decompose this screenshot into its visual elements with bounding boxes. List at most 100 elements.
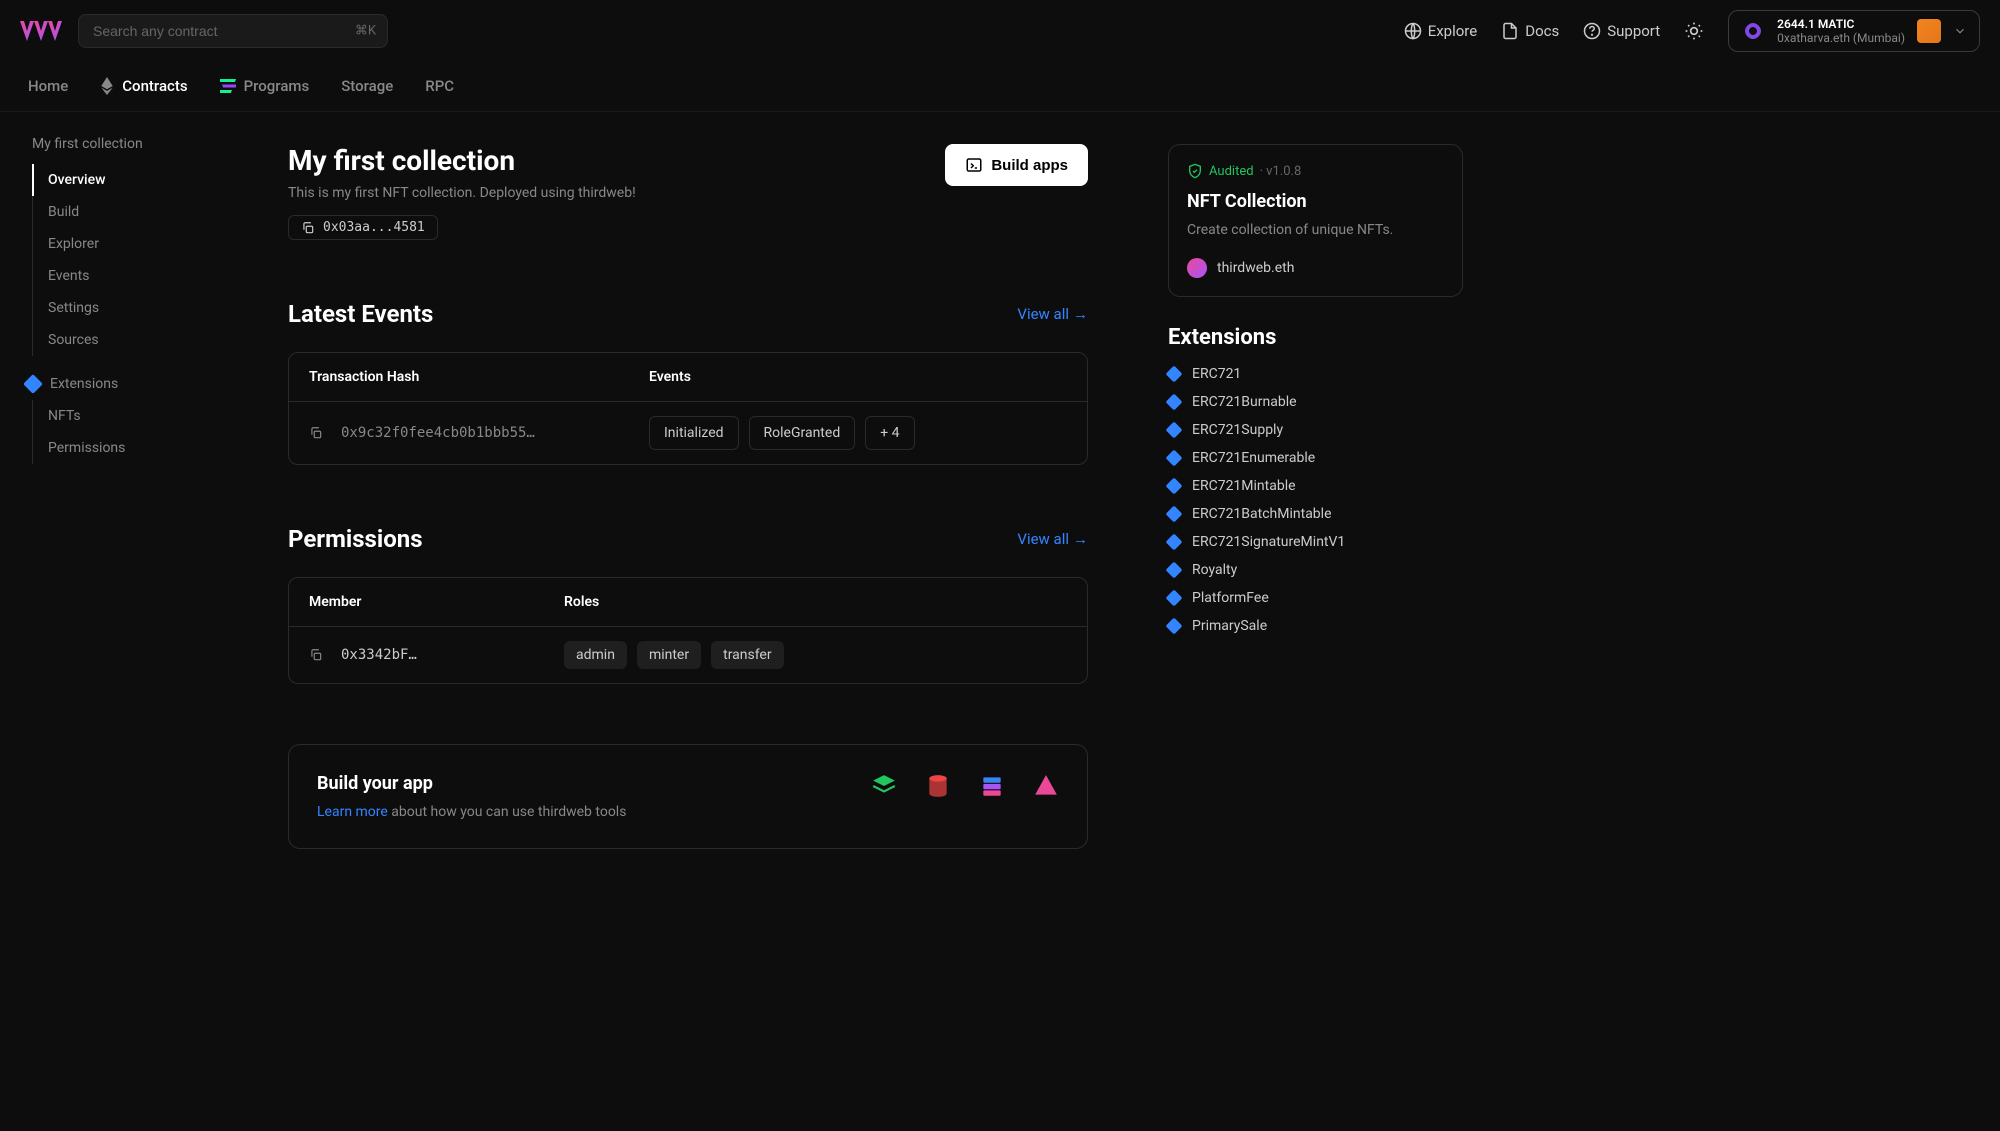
extension-item: ERC721Enumerable [1168,450,1463,466]
publisher[interactable]: thirdweb.eth [1187,258,1444,278]
thirdweb-logo-icon [20,17,62,45]
role-badge-admin: admin [564,641,627,669]
events-table: Transaction Hash Events 0x9c32f0fee4c [288,352,1088,465]
wallet-info: 2644.1 MATIC 0xatharva.eth (Mumbai) [1777,17,1905,45]
contract-address-badge[interactable]: 0x03aa...4581 [288,215,438,240]
events-view-all-link[interactable]: View all → [1017,305,1088,323]
events-table-row[interactable]: 0x9c32f0fee4cb0b1bbb55… Initialized Role… [289,402,1087,464]
tab-contracts-label: Contracts [122,77,187,95]
theme-toggle[interactable] [1684,21,1704,41]
globe-icon [1404,22,1422,40]
copy-member-button[interactable] [309,648,323,662]
search-input[interactable] [78,14,388,48]
events-section: Latest Events View all → Transaction Has… [288,300,1088,465]
audited-badge: Audited · v1.0.8 [1187,163,1444,179]
arrow-right-icon: → [1073,305,1088,323]
wallet-button[interactable]: 2644.1 MATIC 0xatharva.eth (Mumbai) [1728,10,1980,52]
build-app-card: Build your app Learn more about how you … [288,744,1088,849]
tab-storage[interactable]: Storage [341,63,393,111]
audited-text: Audited [1209,164,1254,179]
build-apps-button[interactable]: Build apps [945,144,1088,186]
extension-item: Royalty [1168,562,1463,578]
permissions-table-row[interactable]: 0x3342bF… admin minter transfer [289,627,1087,683]
diamond-icon [1166,618,1183,635]
event-badge-initialized: Initialized [649,416,739,450]
chain-icon [1741,19,1765,43]
top-header: ⌘K Explore Docs Su [0,0,2000,63]
docs-link[interactable]: Docs [1501,22,1559,40]
tab-contracts[interactable]: Contracts [100,63,187,111]
event-badge-more: + 4 [865,416,914,450]
support-link[interactable]: Support [1583,22,1660,40]
app-icons [871,773,1059,799]
ext-name: PrimarySale [1192,618,1267,634]
tab-home-label: Home [28,77,68,95]
copy-icon [309,648,323,662]
arrow-right-icon: → [1073,530,1088,548]
stack-icon [979,773,1005,799]
help-icon [1583,22,1601,40]
copy-hash-button[interactable] [309,426,323,440]
extension-item: ERC721Mintable [1168,478,1463,494]
extensions-label: Extensions [50,376,118,392]
build-app-suffix: about how you can use thirdweb tools [388,804,627,820]
logo[interactable] [20,17,62,45]
events-section-title: Latest Events [288,300,433,328]
tab-storage-label: Storage [341,77,393,95]
build-apps-label: Build apps [991,157,1068,174]
extension-item: ERC721 [1168,366,1463,382]
explore-link[interactable]: Explore [1404,22,1478,40]
sun-icon [1684,21,1704,41]
permissions-table: Member Roles 0x3342bF… [288,577,1088,684]
header-links: Explore Docs Support [1404,10,1980,52]
role-badges: admin minter transfer [564,641,1067,669]
diamond-icon [1166,422,1183,439]
sidebar-item-events[interactable]: Events [32,260,228,292]
copy-icon [309,426,323,440]
sidebar-item-nfts[interactable]: NFTs [32,400,228,432]
extension-item: ERC721BatchMintable [1168,506,1463,522]
col-roles-header: Roles [564,594,1067,610]
address-text: 0x03aa...4581 [323,220,425,235]
search-shortcut: ⌘K [355,24,376,39]
event-badges: Initialized RoleGranted + 4 [649,416,1067,450]
role-badge-minter: minter [637,641,701,669]
tab-home[interactable]: Home [28,63,68,111]
sidebar-item-settings[interactable]: Settings [32,292,228,324]
ext-name: ERC721Enumerable [1192,450,1315,466]
content: My first collection This is my first NFT… [248,112,2000,881]
learn-more-link[interactable]: Learn more [317,804,388,820]
sidebar-item-explorer[interactable]: Explorer [32,228,228,260]
ext-name: ERC721SignatureMintV1 [1192,534,1345,550]
wallet-balance: 2644.1 MATIC [1777,17,1854,31]
ext-name: Royalty [1192,562,1237,578]
sidebar-item-overview[interactable]: Overview [32,164,228,196]
tab-rpc-label: RPC [425,77,454,95]
publisher-avatar [1187,258,1207,278]
col-hash-header: Transaction Hash [309,369,649,385]
sidebar-item-build[interactable]: Build [32,196,228,228]
ext-name: ERC721 [1192,366,1241,382]
ext-name: ERC721BatchMintable [1192,506,1332,522]
extension-item: PrimarySale [1168,618,1463,634]
layers-icon [871,773,897,799]
metamask-avatar [1917,19,1941,43]
copy-icon [301,221,315,235]
permissions-section: Permissions View all → Member Roles [288,525,1088,684]
permissions-section-title: Permissions [288,525,423,553]
diamond-icon [1166,478,1183,495]
page-title: My first collection [288,144,636,177]
tab-rpc[interactable]: RPC [425,63,454,111]
terminal-icon [965,156,983,174]
page-header: My first collection This is my first NFT… [288,144,1088,240]
permissions-view-all-link[interactable]: View all → [1017,530,1088,548]
role-badge-transfer: transfer [711,641,784,669]
contract-info-card: Audited · v1.0.8 NFT Collection Create c… [1168,144,1463,297]
chevron-down-icon [1953,24,1967,38]
sidebar-item-sources[interactable]: Sources [32,324,228,356]
event-badge-rolegranted: RoleGranted [749,416,856,450]
sidebar-item-permissions[interactable]: Permissions [32,432,228,464]
tab-programs[interactable]: Programs [220,63,310,111]
publisher-name: thirdweb.eth [1217,260,1294,276]
version-text: · v1.0.8 [1260,164,1302,179]
